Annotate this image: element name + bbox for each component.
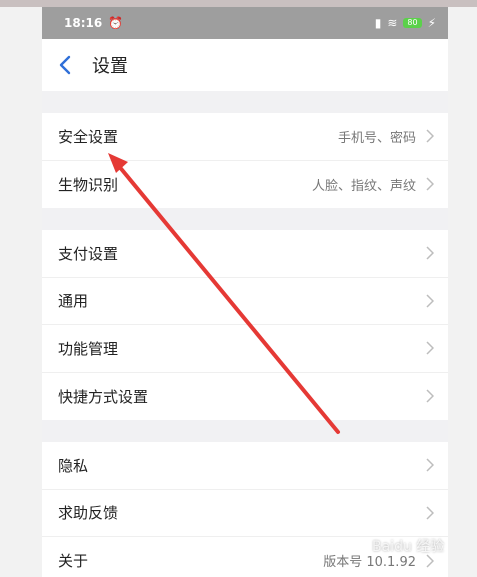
- row-label: 关于: [58, 552, 89, 571]
- row-biometrics[interactable]: 生物识别 人脸、指纹、声纹: [42, 161, 448, 209]
- signal-icon: ▮: [374, 16, 382, 30]
- top-nav: 设置: [42, 39, 448, 91]
- row-label: 功能管理: [58, 339, 119, 358]
- section-gap: [42, 208, 448, 230]
- status-icons: ▮ ≋ 80 ⚡: [375, 16, 436, 30]
- row-general[interactable]: 通用: [42, 278, 448, 325]
- chevron-right-icon: [426, 389, 434, 403]
- row-payment[interactable]: 支付设置: [42, 230, 448, 278]
- row-value: 手机号、密码: [337, 130, 416, 146]
- row-value: 人脸、指纹、声纹: [311, 178, 416, 194]
- chevron-right-icon: [426, 341, 434, 355]
- watermark: Baidu 经验: [372, 539, 445, 555]
- chevron-right-icon: [426, 294, 434, 308]
- status-time: 18:16: [64, 16, 103, 30]
- alarm-icon: ⏰: [108, 16, 124, 30]
- row-feature-management[interactable]: 功能管理: [42, 325, 448, 373]
- chevron-right-icon: [426, 246, 434, 260]
- row-label: 生物识别: [58, 175, 119, 194]
- chevron-right-icon: [426, 506, 434, 520]
- row-help-feedback[interactable]: 求助反馈: [42, 490, 448, 537]
- row-label: 支付设置: [58, 244, 119, 263]
- row-label: 隐私: [58, 456, 89, 475]
- chevron-right-icon: [426, 458, 434, 472]
- battery-icon: 80: [403, 18, 422, 28]
- settings-group-general: 支付设置 通用 功能管理 快捷方式设置: [42, 230, 448, 420]
- chevron-right-icon: [426, 129, 434, 143]
- row-label: 快捷方式设置: [58, 387, 149, 406]
- row-label: 安全设置: [58, 127, 119, 146]
- status-bar: 18:16 ⏰ ▮ ≋ 80 ⚡: [42, 7, 448, 39]
- row-shortcuts[interactable]: 快捷方式设置: [42, 373, 448, 421]
- wifi-icon: ≋: [387, 16, 398, 30]
- charging-icon: ⚡: [427, 16, 436, 30]
- row-security[interactable]: 安全设置 手机号、密码: [42, 113, 448, 161]
- settings-group-security: 安全设置 手机号、密码 生物识别 人脸、指纹、声纹: [42, 113, 448, 208]
- chevron-right-icon: [426, 177, 434, 191]
- section-gap: [42, 420, 448, 442]
- row-privacy[interactable]: 隐私: [42, 442, 448, 490]
- row-label: 通用: [58, 292, 89, 311]
- row-label: 求助反馈: [58, 504, 119, 523]
- screenshot-top-border: [0, 0, 477, 7]
- section-gap: [42, 91, 448, 113]
- back-icon[interactable]: [58, 55, 72, 75]
- page-title: 设置: [92, 56, 128, 77]
- settings-group-about: 隐私 求助反馈 关于 版本号 10.1.92: [42, 442, 448, 577]
- phone-screen: 18:16 ⏰ ▮ ≋ 80 ⚡ 设置 安全设置 手机号、密码 生物识别 人脸、…: [42, 7, 448, 577]
